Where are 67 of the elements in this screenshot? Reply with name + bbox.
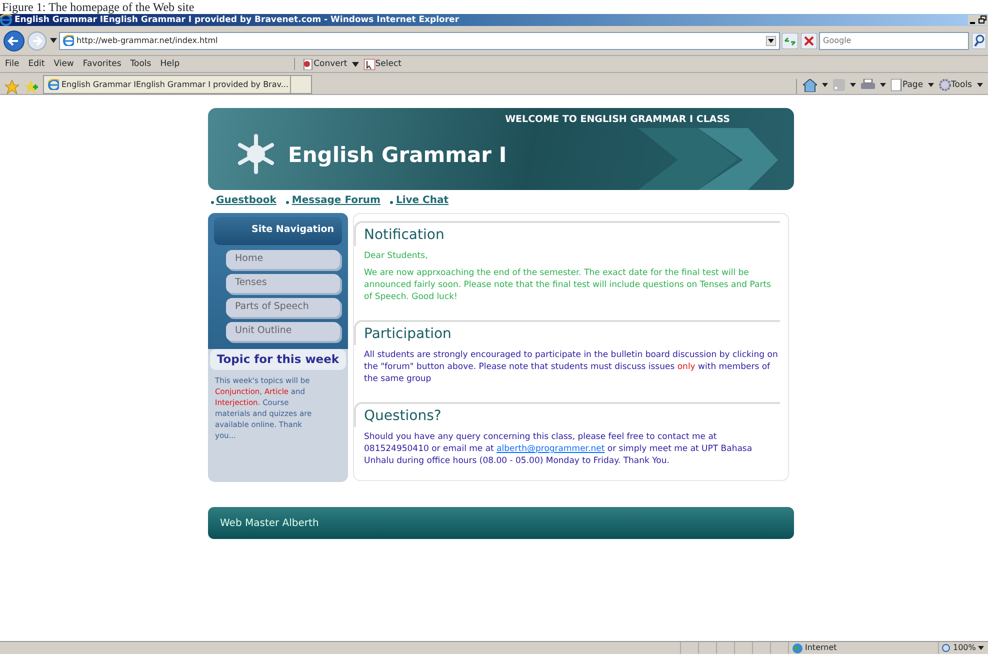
section-heading: Questions? (354, 402, 780, 427)
caret-icon[interactable] (928, 83, 934, 87)
search-field[interactable]: Google (819, 32, 969, 50)
minimize-icon[interactable] (968, 15, 978, 25)
caret-icon[interactable] (850, 83, 856, 87)
section-heading: Participation (354, 320, 780, 345)
convert-button[interactable]: Convert (302, 58, 348, 70)
sidebar-nav-button[interactable]: Tenses (226, 274, 340, 293)
search-icon[interactable] (972, 32, 986, 48)
restore-icon[interactable] (978, 15, 988, 25)
page-icon (63, 35, 74, 46)
gear-icon (939, 79, 952, 91)
browser-logo-icon (0, 14, 12, 26)
nav-link[interactable]: Live Chat (396, 192, 449, 212)
caret-icon[interactable] (822, 83, 828, 87)
globe-icon (792, 642, 802, 654)
home-icon[interactable] (803, 78, 818, 92)
sidebar-nav-button[interactable]: Parts of Speech (226, 298, 340, 317)
cursor-icon (364, 58, 376, 70)
caret-icon[interactable] (880, 83, 886, 87)
select-button[interactable]: Select (364, 58, 402, 70)
tools-menu-button[interactable]: Tools (939, 78, 972, 92)
sidebar-nav-button[interactable]: Unit Outline (226, 322, 340, 341)
banner-welcome-text: WELCOME TO ENGLISH GRAMMAR I CLASS (505, 113, 730, 127)
refresh-icon[interactable] (782, 32, 798, 48)
sidebar-nav-button[interactable]: Home (226, 250, 340, 269)
page-icon (48, 79, 59, 90)
nav-link[interactable]: Guestbook (216, 192, 276, 212)
menu-item[interactable]: Tools (130, 58, 152, 70)
zoom-icon (942, 644, 950, 652)
menu-item[interactable]: File (5, 58, 20, 70)
topic-heading: Topic for this week (210, 349, 346, 370)
snowflake-icon (235, 134, 277, 174)
bullet-icon (390, 200, 394, 204)
site-title: English Grammar I (288, 142, 507, 169)
menu-item[interactable]: View (54, 58, 74, 70)
document-icon (302, 58, 314, 70)
caret-icon[interactable] (977, 83, 983, 87)
window-title: English Grammar IEnglish Grammar I provided by Bravenet.com - Windows Internet Explorer (14, 14, 460, 26)
security-zone-text: Internet (805, 642, 837, 654)
dropdown-icon[interactable] (766, 36, 776, 46)
document-icon (891, 79, 902, 91)
printer-icon[interactable] (861, 79, 876, 91)
address-field[interactable]: http://web-grammar.net/index.html (59, 32, 780, 50)
page-menu-button[interactable]: Page (891, 78, 924, 92)
caret-icon (978, 646, 984, 650)
back-icon[interactable] (2, 30, 24, 52)
footer-text: Web Master Alberth (208, 507, 794, 539)
menu-item[interactable]: Favorites (82, 58, 122, 70)
sidebar-heading: Site Navigation (214, 217, 342, 245)
bullet-icon (210, 200, 214, 204)
caret-icon[interactable] (50, 38, 56, 43)
figure-caption: Figure 1: The homepage of the Web site (2, 0, 194, 14)
section-text: Dear Students, (363, 250, 429, 262)
section-heading: Notification (354, 221, 780, 246)
close-icon[interactable] (800, 32, 816, 48)
zoom-button[interactable]: 100% (938, 642, 988, 654)
nav-link[interactable]: Message Forum (292, 192, 380, 212)
menu-item[interactable]: Help (160, 58, 180, 70)
caret-icon[interactable] (352, 62, 360, 66)
star-icon[interactable] (5, 80, 19, 94)
bullet-icon (286, 200, 290, 204)
section-text: Should you have any query concerning this class, please feel free to contact me at 081524950410 or email me at alberth@programmer.net or simply meet me at UPT Bahasa Unhalu during office hours (08.00 - 05.00) Monday to Friday. Thank You. (363, 431, 754, 467)
section-text: We are now apprxoaching the end of the semester. The exact date for the final test will be announced fairly soon. Please note that the final test will include questions on Tenses and Parts of Speech. Good luck! (363, 267, 772, 303)
menu-item[interactable]: Edit (28, 58, 45, 70)
email-link[interactable]: alberth@programmer.net (496, 444, 605, 454)
section-text: All students are strongly encouraged to participate in the bulletin board discussion by clicking on the "forum" button above. Please note that students must discuss issues only with members of the same group (363, 349, 779, 385)
